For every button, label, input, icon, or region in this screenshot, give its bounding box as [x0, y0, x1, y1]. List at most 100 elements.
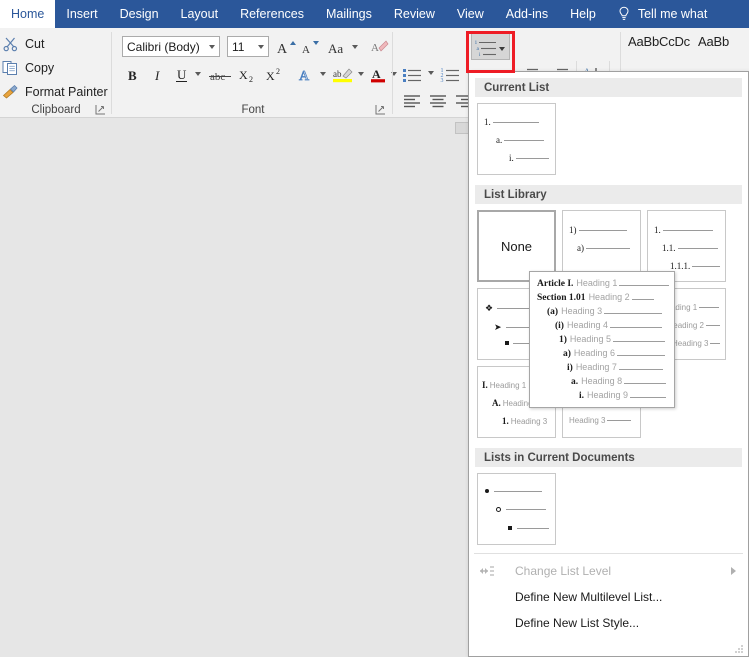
style-chip-nospacing[interactable]: AaBb [698, 34, 729, 49]
tooltip-row-4-heading: Heading 4 [566, 320, 609, 330]
ribbon-tab-mailings[interactable]: Mailings [315, 0, 383, 28]
change-list-level-command[interactable]: Change List Level [469, 558, 748, 584]
grow-font-button[interactable]: A [275, 36, 297, 57]
align-left-button[interactable] [400, 90, 424, 112]
numbering-button[interactable]: 1 2 3 [438, 61, 464, 88]
bold-button[interactable]: B [122, 64, 144, 85]
svg-text:B: B [128, 68, 137, 83]
plain-headings-level3-heading: Heading 3 [569, 416, 606, 425]
bullets-button[interactable] [400, 61, 426, 88]
dropdown-separator [474, 553, 743, 554]
strikethrough-button[interactable]: abc [208, 64, 234, 85]
text-effects-dropdown-button[interactable] [317, 68, 329, 81]
tooltip-row-6: a) Heading 6 [535, 348, 669, 362]
copy-button[interactable]: Copy [2, 58, 54, 78]
clear-formatting-button[interactable]: A [369, 36, 391, 57]
tooltip-row-2-marker: Section 1.01 [537, 293, 586, 303]
bold-icon: B [128, 68, 137, 83]
underline-dropdown-button[interactable] [192, 68, 204, 81]
numbering-icon: 1 2 3 [441, 68, 459, 84]
tell-me-search[interactable]: Tell me what [607, 0, 707, 28]
superscript-icon: X2 [266, 67, 280, 83]
outline-headings-level3-marker: 1. [502, 416, 509, 426]
superscript-button[interactable]: X2 [264, 64, 288, 85]
ribbon-tab-references[interactable]: References [229, 0, 315, 28]
font-size-combobox[interactable]: 11 [227, 36, 269, 57]
ribbon-tab-layout[interactable]: Layout [170, 0, 230, 28]
highlighter-icon: ab [333, 67, 353, 82]
svg-text:ab: ab [333, 69, 342, 79]
font-color-button[interactable]: A [367, 64, 389, 85]
svg-text:I: I [154, 68, 160, 83]
define-new-list-style-command[interactable]: Define New List Style... [469, 610, 748, 636]
format-painter-button[interactable]: Format Painter [2, 82, 108, 102]
tooltip-row-8-marker: a. [571, 377, 579, 387]
cut-button[interactable]: Cut [2, 34, 44, 54]
svg-text:A: A [302, 44, 310, 56]
resize-grip-icon[interactable] [735, 644, 744, 653]
underline-button[interactable]: U [171, 64, 193, 85]
multilevel-list-icon: 1 a i [474, 40, 505, 57]
align-center-button[interactable] [426, 90, 450, 112]
outline-headings-level2-marker: A. [492, 398, 501, 408]
ribbon-tab-insert[interactable]: Insert [55, 0, 108, 28]
italic-button[interactable]: I [147, 64, 169, 85]
shrink-font-button[interactable]: A [299, 36, 321, 57]
style-chip-normal[interactable]: AaBbCcDc [628, 34, 690, 49]
change-list-level-icon [480, 566, 494, 576]
highlight-dropdown-button[interactable] [355, 68, 367, 81]
ribbon-tab-design[interactable]: Design [109, 0, 170, 28]
format-painter-label: Format Painter [25, 85, 108, 99]
tooltip-row-7-heading: Heading 7 [575, 362, 617, 372]
text-highlight-color-button[interactable]: ab [331, 64, 355, 85]
define-new-multilevel-list-command[interactable]: Define New Multilevel List... [469, 584, 748, 610]
subscript-button[interactable]: X2 [237, 64, 261, 85]
underline-chevron-down-icon [195, 71, 201, 76]
bullets-level1-diamond-icon: ❖ [485, 303, 494, 313]
multilevel-list-button[interactable]: 1 a i [471, 33, 510, 60]
font-dialog-launcher[interactable] [375, 104, 386, 115]
grow-font-icon: A [277, 40, 296, 56]
underline-icon: U [176, 67, 187, 82]
shrink-font-icon: A [302, 40, 319, 56]
current-list-level1-marker: 1. [484, 117, 491, 127]
bullets-dropdown-button[interactable] [425, 66, 437, 81]
outline-headings-level1-marker: I. [482, 380, 488, 390]
copy-label: Copy [25, 61, 55, 75]
ribbon-tab-home[interactable]: Home [0, 0, 56, 28]
ribbon-tab-view[interactable]: View [446, 0, 495, 28]
tooltip-row-3-heading: Heading 3 [561, 306, 603, 316]
roman-headings-level3-heading: Heading 3 [672, 338, 709, 348]
ribbon-tab-help[interactable]: Help [559, 0, 607, 28]
change-list-level-label: Change List Level [515, 564, 612, 578]
text-effects-button[interactable]: A [295, 64, 317, 85]
clipboard-dialog-launcher[interactable] [95, 104, 106, 115]
tooltip-row-5-heading: Heading 5 [569, 334, 611, 344]
legal-numbers-level3-marker: 1.1.1. [670, 261, 691, 271]
lists-in-documents-bullets[interactable] [477, 473, 556, 545]
font-name-combobox[interactable]: Calibri (Body) [122, 36, 220, 57]
svg-text:3: 3 [441, 78, 444, 84]
tooltip-row-3-marker: (a) [547, 307, 559, 317]
tooltip-row-5: 1) Heading 5 [535, 334, 669, 348]
align-center-icon [430, 95, 446, 108]
current-list-section-header: Current List [475, 78, 742, 97]
ribbon-tab-review[interactable]: Review [383, 0, 446, 28]
font-group-label: Font [241, 104, 265, 116]
ribbon-tab-references-label: References [240, 7, 304, 21]
ribbon-tab-view-label: View [456, 7, 484, 21]
copy-icon [2, 61, 17, 75]
ribbon-tab-addins[interactable]: Add-ins [495, 0, 559, 28]
font-size-chevron-down-icon [258, 44, 264, 49]
svg-text:X: X [239, 68, 248, 82]
ribbon-tab-home-label: Home [11, 7, 45, 21]
word-window: Home Insert Design Layout References Mai… [0, 0, 749, 657]
change-case-button[interactable]: Aa [327, 36, 361, 57]
list-library-none-label: None [500, 238, 533, 254]
current-list-level2-marker: a. [496, 135, 503, 145]
current-list-item[interactable]: 1. a. i. [477, 103, 556, 175]
define-new-multilevel-list-label: Define New Multilevel List... [515, 590, 663, 604]
tooltip-row-6-marker: a) [563, 349, 571, 359]
legal-numbers-level2-marker: 1.1. [662, 243, 676, 253]
ribbon-group-clipboard: Cut Copy Format Painter Clipboard [0, 28, 112, 118]
